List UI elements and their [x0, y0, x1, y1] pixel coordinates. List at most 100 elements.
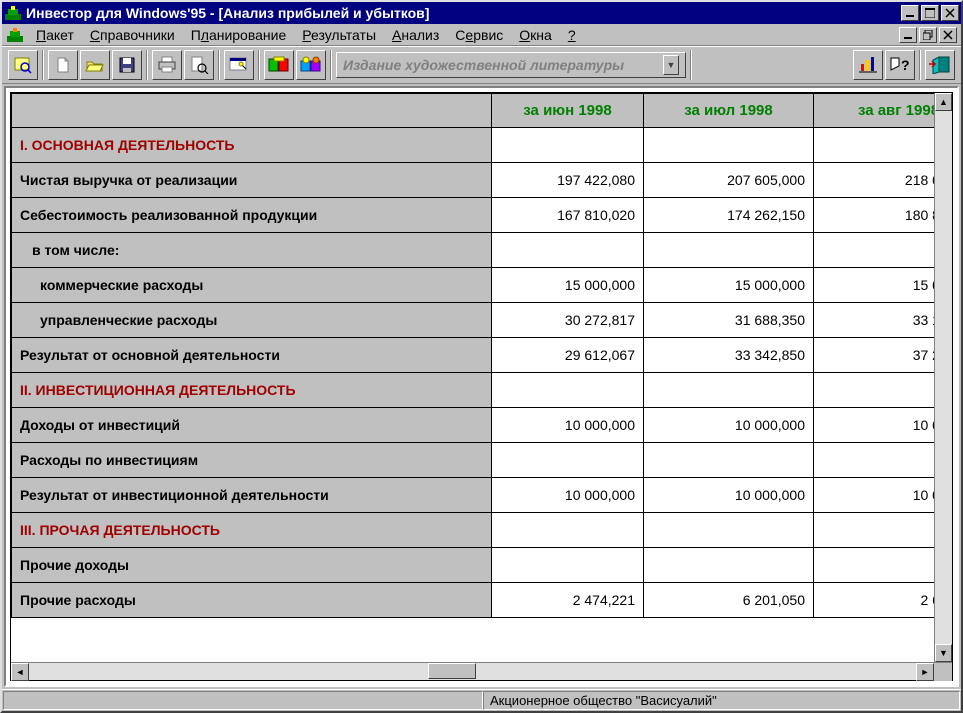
cell-value[interactable]: 218 048,75: [814, 163, 935, 198]
grid-body[interactable]: за июн 1998 за июл 1998 за авг 1998 I. О…: [11, 93, 934, 662]
toolbar-chart-button[interactable]: [853, 50, 883, 80]
scroll-track-vertical[interactable]: [935, 111, 952, 644]
horizontal-scrollbar[interactable]: ◄ ►: [11, 662, 952, 680]
toolbar-open-button[interactable]: [80, 50, 110, 80]
row-label[interactable]: III. ПРОЧАЯ ДЕЯТЕЛЬНОСТЬ: [12, 513, 492, 548]
menu-okna[interactable]: Окна: [511, 25, 560, 45]
cell-value[interactable]: 10 000,000: [492, 408, 644, 443]
menu-servis[interactable]: Сервис: [447, 25, 511, 45]
toolbar-project-combo[interactable]: Издание художественной литературы ▼: [336, 52, 686, 78]
cell-value[interactable]: 174 262,150: [644, 198, 814, 233]
table-row[interactable]: Прочие доходы: [12, 548, 935, 583]
header-jul[interactable]: за июл 1998: [644, 94, 814, 128]
cell-value[interactable]: 33 109,10: [814, 303, 935, 338]
cell-value[interactable]: 33 342,850: [644, 338, 814, 373]
cell-value[interactable]: 180 818,90: [814, 198, 935, 233]
scroll-left-button[interactable]: ◄: [11, 663, 29, 681]
cell-value[interactable]: [814, 513, 935, 548]
toolbar-print-preview-button[interactable]: [184, 50, 214, 80]
cell-value[interactable]: 15 000,00: [814, 268, 935, 303]
row-label[interactable]: Доходы от инвестиций: [12, 408, 492, 443]
cell-value[interactable]: 15 000,000: [644, 268, 814, 303]
mdi-close-button[interactable]: [939, 27, 957, 43]
maximize-button[interactable]: [921, 5, 939, 21]
cell-value[interactable]: [814, 128, 935, 163]
cell-value[interactable]: 167 810,020: [492, 198, 644, 233]
cell-value[interactable]: [644, 513, 814, 548]
cell-value[interactable]: [644, 128, 814, 163]
row-label[interactable]: I. ОСНОВНАЯ ДЕЯТЕЛЬНОСТЬ: [12, 128, 492, 163]
toolbar-preview-button[interactable]: [8, 50, 38, 80]
row-label[interactable]: Себестоимость реализованной продукции: [12, 198, 492, 233]
cell-value[interactable]: 15 000,000: [492, 268, 644, 303]
cell-value[interactable]: 207 605,000: [644, 163, 814, 198]
cell-value[interactable]: 30 272,817: [492, 303, 644, 338]
vertical-scrollbar[interactable]: ▲ ▼: [934, 93, 952, 662]
cell-value[interactable]: 37 229,85: [814, 338, 935, 373]
cell-value[interactable]: 10 000,000: [492, 478, 644, 513]
cell-value[interactable]: [644, 233, 814, 268]
cell-value[interactable]: [492, 548, 644, 583]
close-button[interactable]: [941, 5, 959, 21]
menu-paket[interactable]: Пакет: [28, 25, 82, 45]
toolbar-context-help-button[interactable]: ?: [885, 50, 915, 80]
row-label[interactable]: II. ИНВЕСТИЦИОННАЯ ДЕЯТЕЛЬНОСТЬ: [12, 373, 492, 408]
row-label[interactable]: управленческие расходы: [12, 303, 492, 338]
table-row[interactable]: Результат от инвестиционной деятельности…: [12, 478, 935, 513]
menu-planirovanie[interactable]: Планирование: [183, 25, 295, 45]
menu-help[interactable]: ?: [560, 25, 584, 45]
row-label[interactable]: коммерческие расходы: [12, 268, 492, 303]
cell-value[interactable]: [814, 233, 935, 268]
table-row[interactable]: Чистая выручка от реализации197 422,0802…: [12, 163, 935, 198]
toolbar-exit-button[interactable]: [925, 50, 955, 80]
cell-value[interactable]: [814, 443, 935, 478]
cell-value[interactable]: [492, 373, 644, 408]
toolbar-properties-button[interactable]: [224, 50, 254, 80]
cell-value[interactable]: 2 680,48: [814, 583, 935, 618]
row-label[interactable]: Прочие доходы: [12, 548, 492, 583]
table-row[interactable]: I. ОСНОВНАЯ ДЕЯТЕЛЬНОСТЬ: [12, 128, 935, 163]
cell-value[interactable]: [492, 443, 644, 478]
cell-value[interactable]: 197 422,080: [492, 163, 644, 198]
table-row[interactable]: II. ИНВЕСТИЦИОННАЯ ДЕЯТЕЛЬНОСТЬ: [12, 373, 935, 408]
row-label[interactable]: в том числе:: [12, 233, 492, 268]
cell-value[interactable]: [492, 513, 644, 548]
table-row[interactable]: Прочие расходы2 474,2216 201,0502 680,48: [12, 583, 935, 618]
toolbar-new-button[interactable]: [48, 50, 78, 80]
table-row[interactable]: III. ПРОЧАЯ ДЕЯТЕЛЬНОСТЬ: [12, 513, 935, 548]
table-row[interactable]: Расходы по инвестициям: [12, 443, 935, 478]
menu-rezultaty[interactable]: Результаты: [294, 25, 384, 45]
scroll-down-button[interactable]: ▼: [935, 644, 952, 662]
scroll-right-button[interactable]: ►: [916, 663, 934, 681]
cell-value[interactable]: [644, 443, 814, 478]
minimize-button[interactable]: [901, 5, 919, 21]
cell-value[interactable]: [814, 373, 935, 408]
header-aug[interactable]: за авг 1998: [814, 94, 935, 128]
row-label[interactable]: Прочие расходы: [12, 583, 492, 618]
table-row[interactable]: управленческие расходы30 272,81731 688,3…: [12, 303, 935, 338]
cell-value[interactable]: [644, 373, 814, 408]
table-row[interactable]: Себестоимость реализованной продукции167…: [12, 198, 935, 233]
cell-value[interactable]: [492, 233, 644, 268]
toolbar-tool1-button[interactable]: [264, 50, 294, 80]
toolbar-tool2-button[interactable]: [296, 50, 326, 80]
table-row[interactable]: Результат от основной деятельности29 612…: [12, 338, 935, 373]
cell-value[interactable]: 10 000,000: [644, 478, 814, 513]
cell-value[interactable]: 29 612,067: [492, 338, 644, 373]
menu-spravochniki[interactable]: Справочники: [82, 25, 183, 45]
row-label[interactable]: Чистая выручка от реализации: [12, 163, 492, 198]
scroll-up-button[interactable]: ▲: [935, 93, 952, 111]
scroll-track-horizontal[interactable]: [29, 663, 916, 680]
header-jun[interactable]: за июн 1998: [492, 94, 644, 128]
cell-value[interactable]: [492, 128, 644, 163]
menu-analiz[interactable]: Анализ: [384, 25, 447, 45]
row-label[interactable]: Расходы по инвестициям: [12, 443, 492, 478]
table-row[interactable]: коммерческие расходы15 000,00015 000,000…: [12, 268, 935, 303]
cell-value[interactable]: 6 201,050: [644, 583, 814, 618]
cell-value[interactable]: 31 688,350: [644, 303, 814, 338]
cell-value[interactable]: [814, 548, 935, 583]
mdi-app-icon[interactable]: [6, 27, 24, 43]
cell-value[interactable]: 2 474,221: [492, 583, 644, 618]
table-row[interactable]: Доходы от инвестиций10 000,00010 000,000…: [12, 408, 935, 443]
mdi-restore-button[interactable]: [919, 27, 937, 43]
